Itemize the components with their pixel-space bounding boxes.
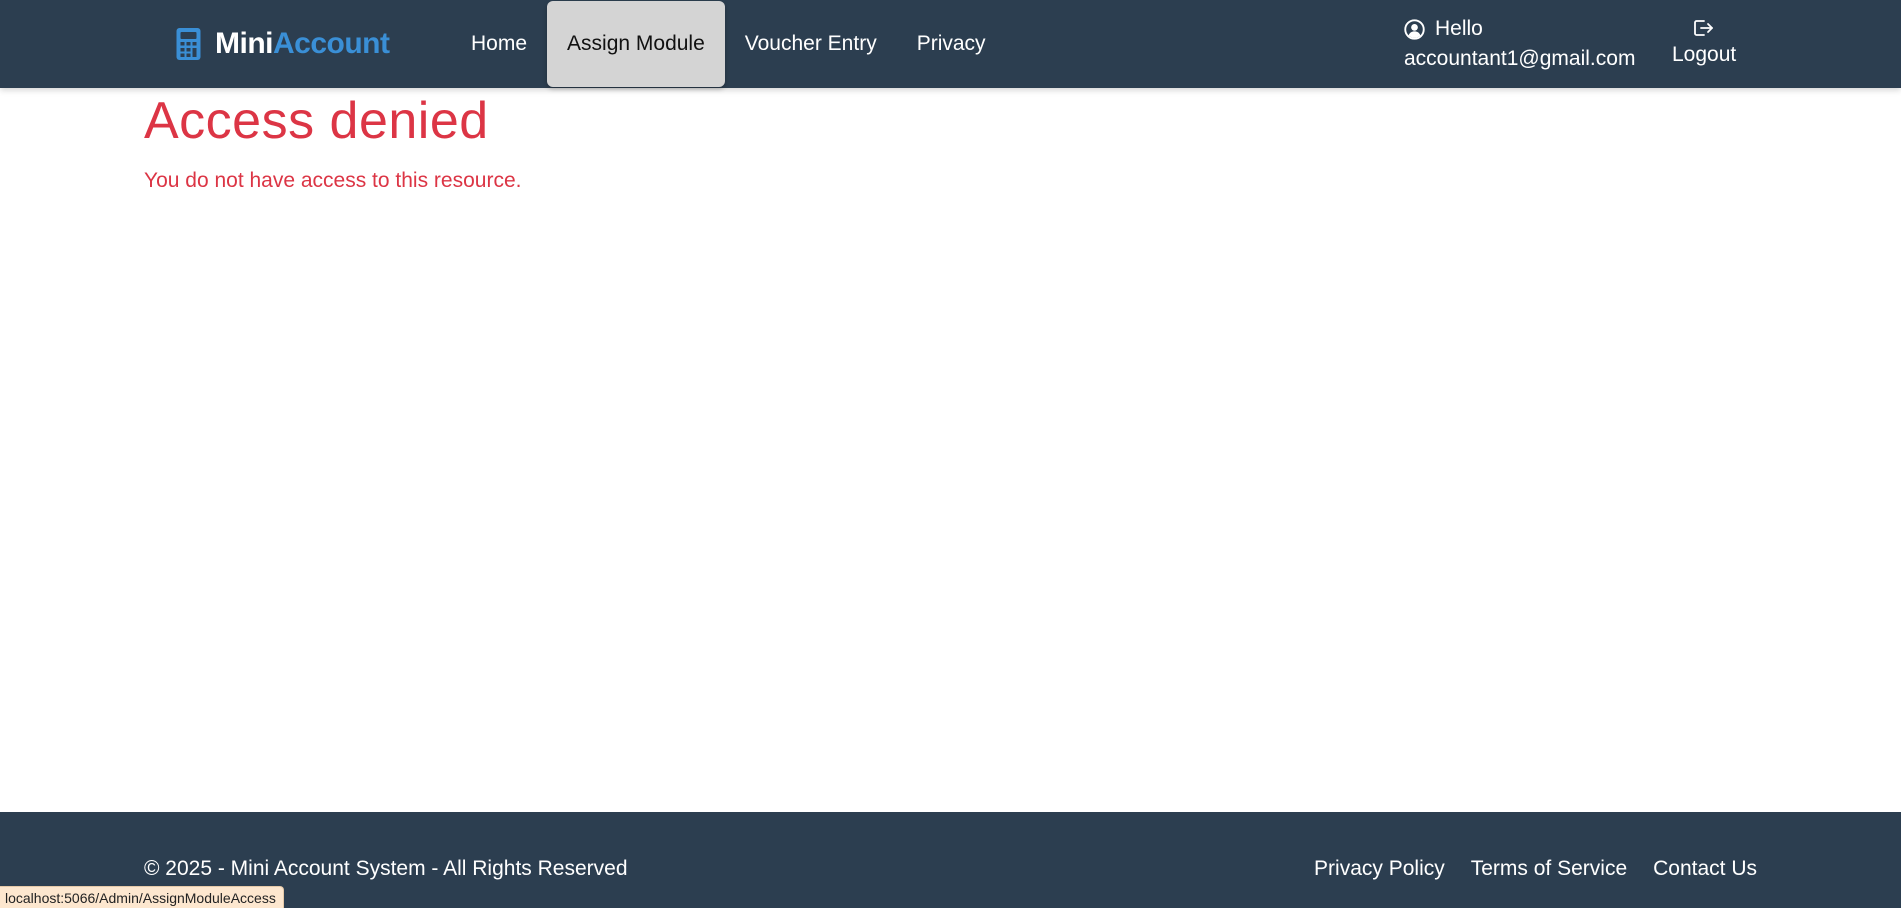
greeting-text: Hello [1435, 17, 1483, 40]
nav-link-privacy[interactable]: Privacy [897, 0, 1006, 88]
footer-link-privacy-policy[interactable]: Privacy Policy [1314, 854, 1445, 884]
main-nav: Home Assign Module Voucher Entry Privacy [451, 0, 1006, 88]
page-footer: © 2025 - Mini Account System - All Right… [0, 812, 1901, 908]
user-email: accountant1@gmail.com [1404, 47, 1636, 70]
calculator-icon [176, 28, 201, 60]
nav-link-home[interactable]: Home [451, 0, 547, 88]
brand-name-account: Account [273, 27, 390, 60]
top-navbar: Mini Account Home Assign Module Voucher E… [0, 0, 1901, 88]
footer-links: Privacy Policy Terms of Service Contact … [1314, 854, 1757, 884]
user-greeting[interactable]: Hello accountant1@gmail.com [1404, 14, 1635, 74]
access-denied-message: You do not have access to this resource. [144, 169, 522, 192]
user-circle-icon [1404, 18, 1425, 40]
footer-link-terms-of-service[interactable]: Terms of Service [1471, 854, 1627, 884]
brand-logo-link[interactable]: Mini Account [176, 22, 390, 66]
status-bar-url: localhost:5066/Admin/AssignModuleAccess [0, 886, 284, 908]
nav-link-voucher-entry[interactable]: Voucher Entry [725, 0, 897, 88]
main-content: Access denied You do not have access to … [144, 88, 521, 195]
logout-button[interactable]: Logout [1672, 14, 1736, 70]
footer-link-contact-us[interactable]: Contact Us [1653, 854, 1757, 884]
brand-name-mini: Mini [215, 27, 274, 60]
nav-link-assign-module[interactable]: Assign Module [547, 1, 725, 87]
logout-icon [1694, 20, 1714, 36]
page-title: Access denied [144, 92, 489, 150]
logout-label: Logout [1672, 43, 1737, 66]
copyright-text: © 2025 - Mini Account System - All Right… [144, 857, 628, 880]
